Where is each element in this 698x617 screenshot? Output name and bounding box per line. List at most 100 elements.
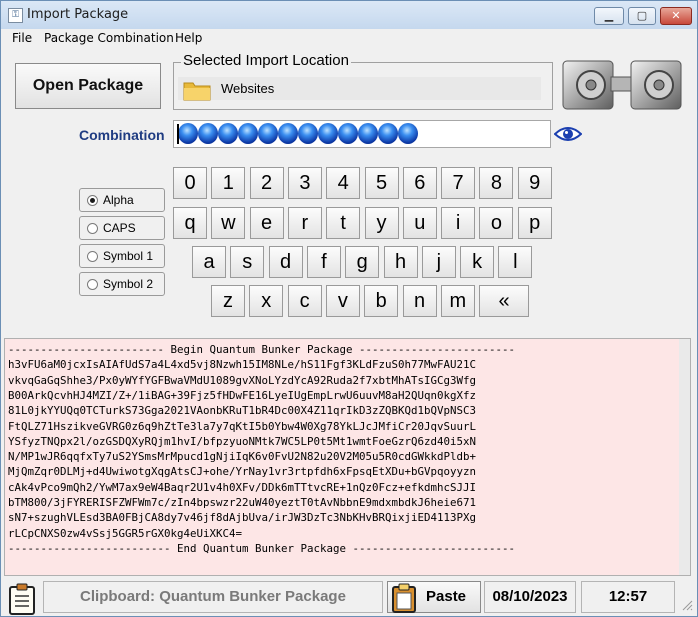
key-8[interactable]: 8 [479,167,514,199]
key-m[interactable]: m [440,285,475,317]
masked-character-dot [278,123,298,144]
key-t[interactable]: t [326,207,361,239]
import-location-value: Websites [221,81,275,96]
key-0[interactable]: 0 [173,167,207,199]
key-k[interactable]: k [460,246,495,278]
window-title: Import Package [27,7,129,22]
package-text-area[interactable]: ------------------------ Begin Quantum B… [4,338,691,576]
key-9[interactable]: 9 [517,167,552,199]
package-text-line: sN7+szughVLEsd3BA0FBjCA8dy7v46jf8dAjbUva… [8,511,477,525]
open-package-button[interactable]: Open Package [15,63,161,109]
close-icon[interactable]: ✕ [660,7,692,25]
folder-icon [183,82,211,101]
mode-label: Symbol 1 [103,249,154,263]
combination-label: Combination [79,127,165,143]
masked-character-dot [398,123,418,144]
package-text-line: MjQmZqr0DLMj+d4UwiwotgXqgAtsCJ+ohe/YrNay… [8,465,477,479]
status-time: 12:57 [581,581,675,613]
import-package-window: ⚿ Import Package ▁ ▢ ✕ File Package Comb… [0,0,698,617]
key-6[interactable]: 6 [402,167,437,199]
menu-bar: File Package Combination Help [1,29,697,49]
key-j[interactable]: j [421,246,456,278]
key-4[interactable]: 4 [326,167,361,199]
menu-package-combination[interactable]: Package Combination [44,31,174,45]
radio-button[interactable] [87,223,98,234]
radio-button[interactable] [87,195,98,206]
maximize-icon[interactable]: ▢ [628,7,656,25]
key-p[interactable]: p [517,207,552,239]
text-caret [177,124,179,144]
resize-grip-icon[interactable] [681,599,693,611]
eye-icon[interactable] [554,125,582,143]
key-i[interactable]: i [441,207,476,239]
key-v[interactable]: v [325,285,360,317]
package-text-line: ------------------------ Begin Quantum B… [8,343,516,356]
masked-character-dot [178,123,198,144]
key-b[interactable]: b [364,285,399,317]
import-location-title: Selected Import Location [181,52,351,69]
key-3[interactable]: 3 [287,167,322,199]
key-1[interactable]: 1 [211,167,246,199]
minimize-icon[interactable]: ▁ [594,7,624,25]
key-7[interactable]: 7 [441,167,476,199]
package-text-line: h3vFU6aM0jcxIsAIAfUdS7a4L4xd5vj8Nzwh15IM… [8,358,477,372]
key-u[interactable]: u [402,207,437,239]
key-x[interactable]: x [249,285,284,317]
key-d[interactable]: d [268,246,303,278]
radio-button[interactable] [87,251,98,262]
mode-option-symbol-1[interactable]: Symbol 1 [79,244,165,268]
mode-option-alpha[interactable]: Alpha [79,188,165,212]
vertical-scrollbar[interactable] [679,339,690,575]
key-r[interactable]: r [287,207,322,239]
key-e[interactable]: e [249,207,284,239]
package-text-line: FtQLZ71HszikveGVRG0z6q9hZtTe3la7y7qKtI5b… [8,419,477,433]
package-text-line: bTM800/3jFYRERISFZWFWm7c/zIn4bpswzr22uW4… [8,496,477,509]
key-c[interactable]: c [287,285,322,317]
package-text-line: ------------------------- End Quantum Bu… [8,541,516,555]
mode-label: Symbol 2 [103,277,154,291]
key-l[interactable]: l [498,246,533,278]
package-text-line: cAk4vPco9mQh2/YwM7ax9eW4Baqr2U1v4h0XFv/D… [8,480,477,494]
package-text-line: B00ArkQcvhHJ4MZI/Z+/1iBAG+39Fjz5fHDwFE16… [8,388,477,402]
key-s[interactable]: s [230,246,265,278]
key-h[interactable]: h [383,246,418,278]
backspace-key[interactable]: « [479,285,530,317]
masked-character-dot [298,123,318,144]
package-text-line: rLCpCNXS0zw4vSsj5GGR5rGX0kg4eUiXKC4= [8,526,243,540]
paste-icon [392,583,416,613]
menu-file[interactable]: File [12,31,32,45]
clipboard-status: Clipboard: Quantum Bunker Package [43,581,383,613]
vault-icon [562,60,682,110]
key-z[interactable]: z [211,285,245,317]
masked-character-dot [238,123,258,144]
masked-character-dot [258,123,278,144]
menu-help[interactable]: Help [175,31,202,45]
package-text-line: YSfyzTNQpx2l/ozGSDQXyRQjm1hvI/bfpzyuoNMt… [8,434,477,448]
key-n[interactable]: n [402,285,437,317]
masked-character-dot [218,123,238,144]
key-w[interactable]: w [211,207,246,239]
mode-label: CAPS [103,221,136,235]
masked-character-dot [378,123,398,144]
radio-button[interactable] [87,279,98,290]
package-text-line: N/MP1wJR6qqfxTy7uS2YSmsMrMpucd1gNjiIqK6v… [8,450,477,464]
status-date: 08/10/2023 [484,581,576,613]
mode-option-caps[interactable]: CAPS [79,216,165,240]
title-bar[interactable]: ⚿ Import Package ▁ ▢ ✕ [1,1,697,29]
paste-label: Paste [426,588,467,605]
masked-character-dot [358,123,378,144]
package-text-line: vkvqGaGqShhe3/Px0yWYfYGFBwaVMdU1089gvXNo… [8,373,477,387]
key-o[interactable]: o [479,207,514,239]
mode-label: Alpha [103,193,134,207]
masked-character-dot [318,123,338,144]
mode-option-symbol-2[interactable]: Symbol 2 [79,272,165,296]
key-y[interactable]: y [364,207,399,239]
key-5[interactable]: 5 [364,167,399,199]
key-q[interactable]: q [173,207,207,239]
key-a[interactable]: a [192,246,226,278]
key-f[interactable]: f [306,246,341,278]
key-g[interactable]: g [345,246,380,278]
package-text-line: 81L0jkYYUQq0TCTurkS73Gga2021VAonbKRuT1bR… [8,404,477,418]
key-2[interactable]: 2 [249,167,284,199]
paste-button[interactable]: Paste [387,581,481,613]
